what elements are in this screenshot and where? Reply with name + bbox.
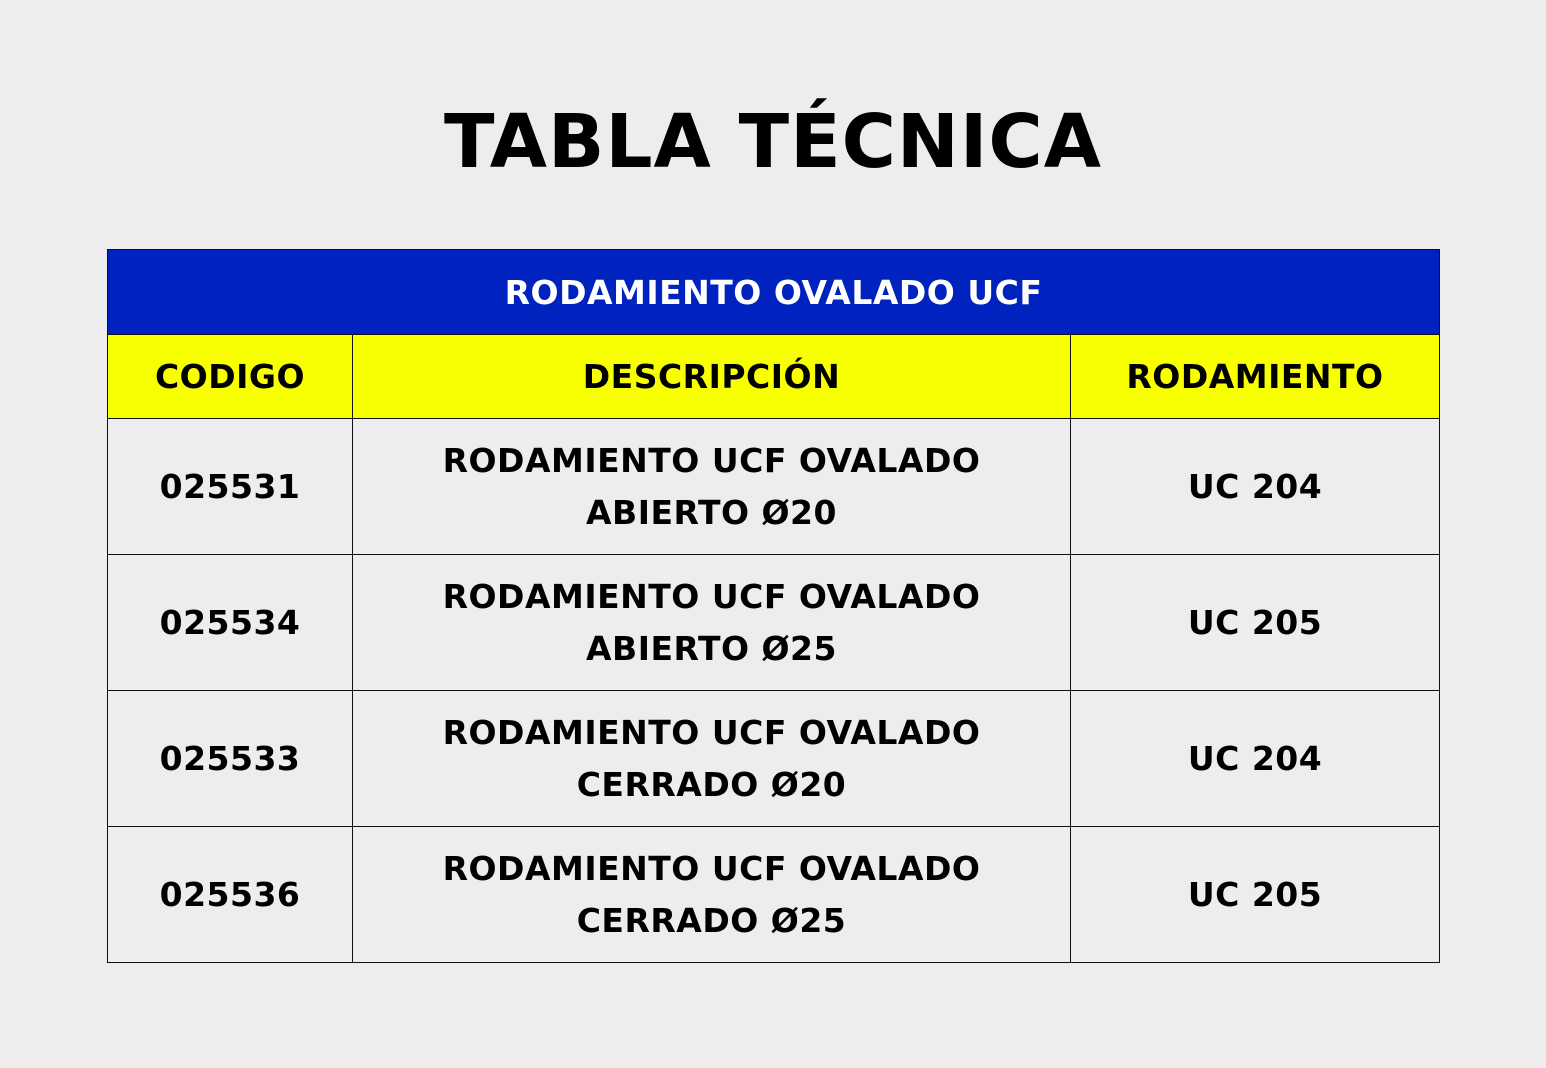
table-row: 025534 RODAMIENTO UCF OVALADO ABIERTO Ø2… [107, 554, 1441, 691]
table-row: 025533 RODAMIENTO UCF OVALADO CERRADO Ø2… [107, 690, 1441, 827]
cell-descripcion: RODAMIENTO UCF OVALADO CERRADO Ø20 [352, 690, 1071, 827]
table-caption: RODAMIENTO OVALADO UCF [106, 249, 1441, 335]
descripcion-line: RODAMIENTO UCF OVALADO [442, 440, 981, 480]
cell-codigo: 025531 [107, 418, 353, 555]
table-caption-row: RODAMIENTO OVALADO UCF [106, 249, 1441, 335]
column-header-codigo: CODIGO [107, 334, 353, 419]
cell-rodamiento: UC 205 [1069, 826, 1441, 963]
cell-descripcion: RODAMIENTO UCF OVALADO ABIERTO Ø25 [352, 554, 1071, 691]
cell-rodamiento: UC 204 [1069, 418, 1441, 555]
cell-descripcion: RODAMIENTO UCF OVALADO ABIERTO Ø20 [352, 418, 1071, 555]
cell-rodamiento: UC 205 [1069, 554, 1441, 691]
descripcion-line: CERRADO Ø25 [576, 900, 847, 940]
column-header-rodamiento: RODAMIENTO [1069, 334, 1441, 419]
cell-codigo: 025534 [107, 554, 353, 691]
descripcion-line: RODAMIENTO UCF OVALADO [442, 576, 981, 616]
technical-table: RODAMIENTO OVALADO UCF CODIGO DESCRIPCIÓ… [106, 249, 1441, 963]
descripcion-line: ABIERTO Ø25 [586, 628, 837, 668]
page-title: TABLA TÉCNICA [444, 99, 1102, 185]
table-row: 025536 RODAMIENTO UCF OVALADO CERRADO Ø2… [107, 826, 1441, 963]
table-header-row: CODIGO DESCRIPCIÓN RODAMIENTO [107, 334, 1441, 419]
descripcion-line: RODAMIENTO UCF OVALADO [442, 712, 981, 752]
descripcion-line: CERRADO Ø20 [576, 764, 847, 804]
column-header-descripcion: DESCRIPCIÓN [352, 334, 1071, 419]
descripcion-line: ABIERTO Ø20 [586, 492, 837, 532]
cell-codigo: 025533 [107, 690, 353, 827]
descripcion-line: RODAMIENTO UCF OVALADO [442, 848, 981, 888]
cell-codigo: 025536 [107, 826, 353, 963]
cell-descripcion: RODAMIENTO UCF OVALADO CERRADO Ø25 [352, 826, 1071, 963]
table-row: 025531 RODAMIENTO UCF OVALADO ABIERTO Ø2… [107, 418, 1441, 555]
cell-rodamiento: UC 204 [1069, 690, 1441, 827]
